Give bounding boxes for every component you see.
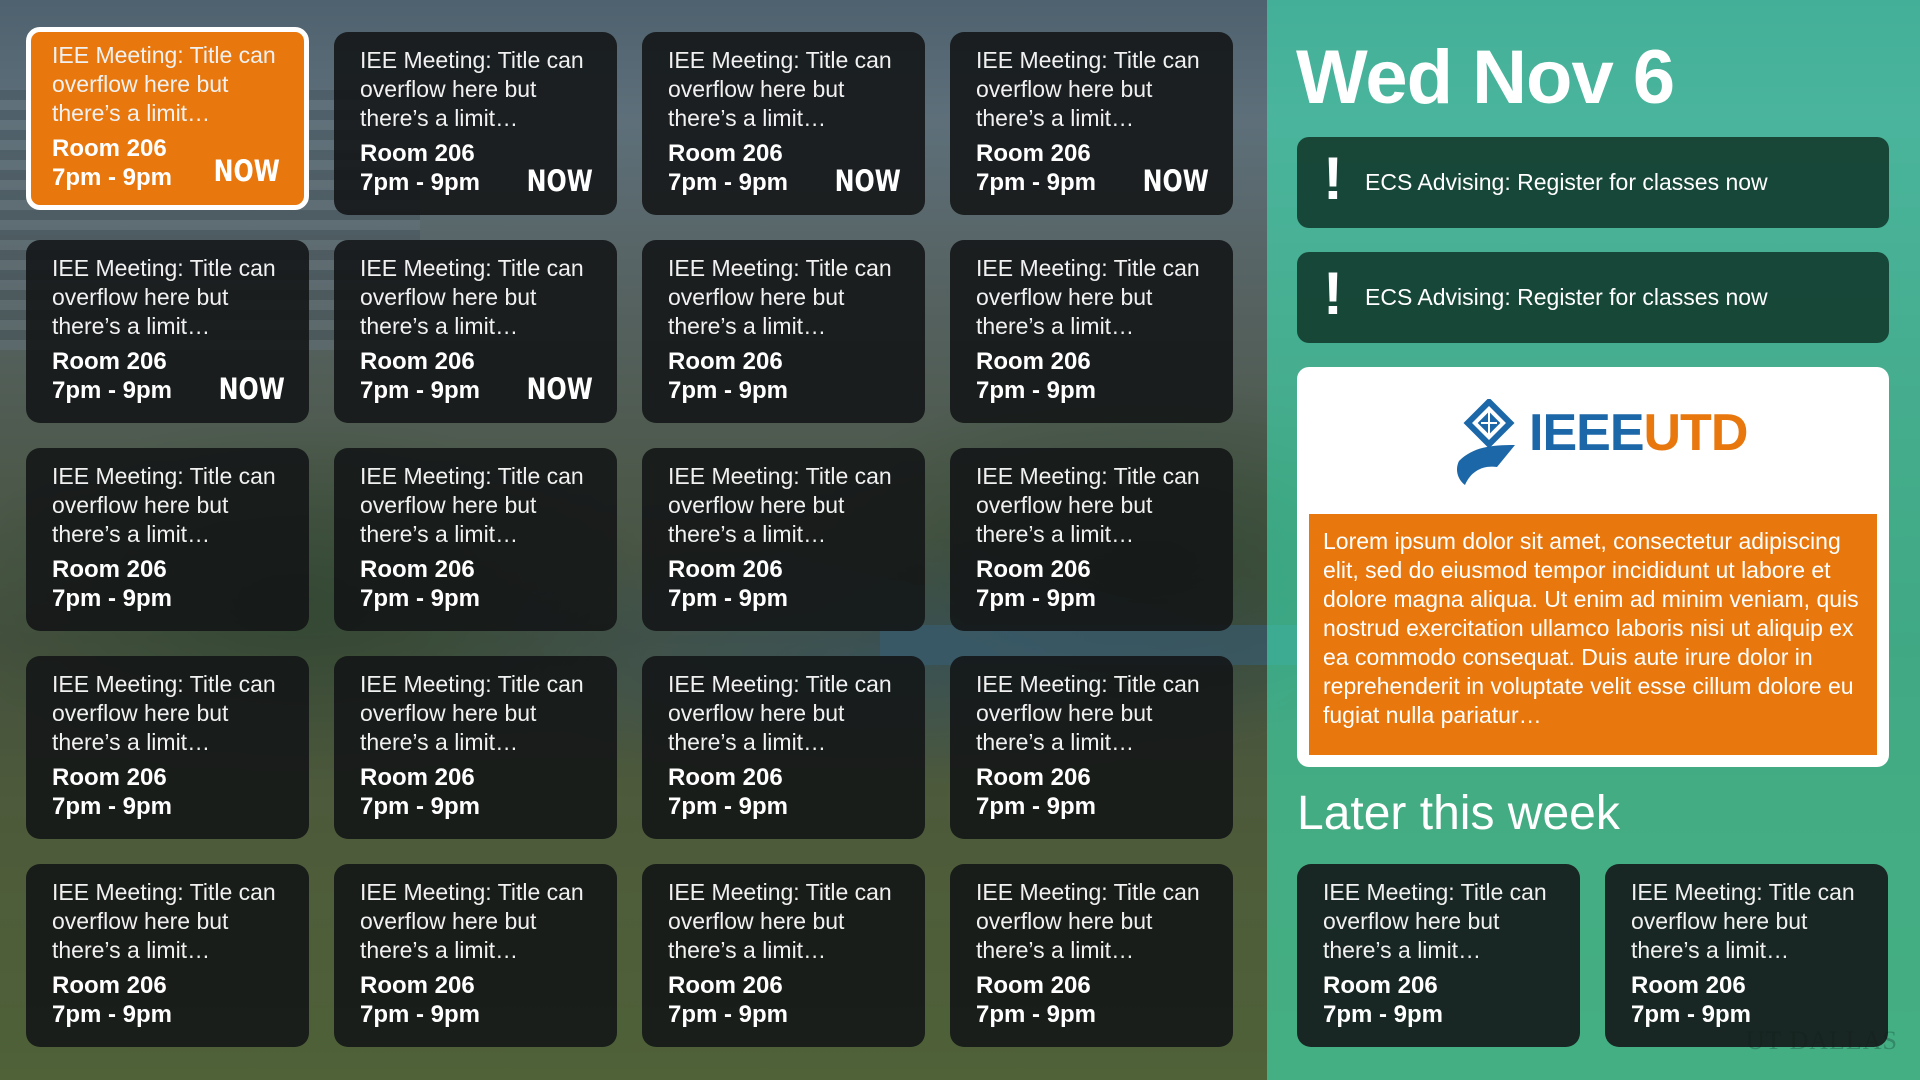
event-room: Room 206 [360,764,475,791]
featured-announcement[interactable]: IEEEUTD Lorem ipsum dolor sit amet, cons… [1297,367,1889,767]
now-badge: NOW [526,164,593,198]
event-card[interactable]: IEE Meeting: Title can overflow here but… [950,448,1233,631]
event-title: IEE Meeting: Title can overflow here but… [52,463,276,547]
event-title: IEE Meeting: Title can overflow here but… [360,671,584,755]
event-card[interactable]: IEE Meeting: Title can overflow here but… [26,27,309,210]
later-event-card[interactable]: IEE Meeting: Title can overflow here but… [1605,864,1888,1047]
alert-banner[interactable]: ! ECS Advising: Register for classes now [1297,252,1889,343]
later-event-card[interactable]: IEE Meeting: Title can overflow here but… [1297,864,1580,1047]
now-badge: NOW [834,164,901,198]
event-card[interactable]: IEE Meeting: Title can overflow here but… [950,656,1233,839]
now-badge: NOW [1142,164,1209,198]
event-room: Room 206 [976,556,1091,583]
event-room: Room 206 [52,764,167,791]
logo-wordmark: IEEEUTD [1529,403,1749,463]
event-title: IEE Meeting: Title can overflow here but… [976,47,1200,131]
event-time: 7pm - 9pm [360,793,481,820]
event-time: 7pm - 9pm [360,585,481,612]
alert-text: ECS Advising: Register for classes now [1365,284,1768,310]
ieee-diamond-icon [1457,399,1515,485]
event-card[interactable]: IEE Meeting: Title can overflow here but… [334,32,617,215]
event-title: IEE Meeting: Title can overflow here but… [1631,879,1855,963]
event-card[interactable]: IEE Meeting: Title can overflow here but… [642,864,925,1047]
event-title: IEE Meeting: Title can overflow here but… [360,463,584,547]
event-room: Room 206 [976,348,1091,375]
event-card[interactable]: IEE Meeting: Title can overflow here but… [642,32,925,215]
event-title: IEE Meeting: Title can overflow here but… [976,255,1200,339]
event-card[interactable]: IEE Meeting: Title can overflow here but… [642,656,925,839]
event-time: 7pm - 9pm [360,1001,481,1028]
event-title: IEE Meeting: Title can overflow here but… [668,879,892,963]
event-title: IEE Meeting: Title can overflow here but… [360,879,584,963]
event-time: 7pm - 9pm [976,1001,1097,1028]
event-time: 7pm - 9pm [52,793,173,820]
now-badge: NOW [213,154,280,188]
event-time: 7pm - 9pm [668,1001,789,1028]
event-time: 7pm - 9pm [976,793,1097,820]
logo-utd-text: UTD [1643,404,1749,462]
exclamation-icon: ! [1323,145,1343,212]
event-title: IEE Meeting: Title can overflow here but… [976,879,1200,963]
event-room: Room 206 [976,764,1091,791]
event-time: 7pm - 9pm [668,585,789,612]
event-title: IEE Meeting: Title can overflow here but… [976,671,1200,755]
event-card[interactable]: IEE Meeting: Title can overflow here but… [950,864,1233,1047]
later-this-week-heading: Later this week [1297,787,1620,840]
event-time: 7pm - 9pm [668,377,789,404]
event-title: IEE Meeting: Title can overflow here but… [668,463,892,547]
event-room: Room 206 [976,972,1091,999]
event-room: Room 206 [1631,972,1746,999]
event-card[interactable]: IEE Meeting: Title can overflow here but… [334,864,617,1047]
alert-text: ECS Advising: Register for classes now [1365,169,1768,195]
event-card[interactable]: IEE Meeting: Title can overflow here but… [334,448,617,631]
event-title: IEE Meeting: Title can overflow here but… [360,47,584,131]
event-title: IEE Meeting: Title can overflow here but… [668,47,892,131]
event-room: Room 206 [52,556,167,583]
event-time: 7pm - 9pm [976,585,1097,612]
featured-description: Lorem ipsum dolor sit amet, consectetur … [1309,514,1877,755]
event-card[interactable]: IEE Meeting: Title can overflow here but… [26,240,309,423]
event-title: IEE Meeting: Title can overflow here but… [52,255,276,339]
event-room: Room 206 [668,972,783,999]
event-card[interactable]: IEE Meeting: Title can overflow here but… [26,448,309,631]
event-room: Room 206 [668,556,783,583]
event-title: IEE Meeting: Title can overflow here but… [360,255,584,339]
event-title: IEE Meeting: Title can overflow here but… [52,671,276,755]
event-title: IEE Meeting: Title can overflow here but… [976,463,1200,547]
event-title: IEE Meeting: Title can overflow here but… [668,255,892,339]
event-card[interactable]: IEE Meeting: Title can overflow here but… [950,32,1233,215]
current-date: Wed Nov 6 [1296,35,1675,120]
event-time: 7pm - 9pm [52,585,173,612]
event-room: Room 206 [668,764,783,791]
event-card[interactable]: IEE Meeting: Title can overflow here but… [26,656,309,839]
event-title: IEE Meeting: Title can overflow here but… [668,671,892,755]
event-card[interactable]: IEE Meeting: Title can overflow here but… [950,240,1233,423]
event-room: Room 206 [52,972,167,999]
event-time: 7pm - 9pm [976,377,1097,404]
event-time: 7pm - 9pm [1323,1001,1444,1028]
event-room: Room 206 [360,556,475,583]
event-card[interactable]: IEE Meeting: Title can overflow here but… [642,240,925,423]
now-badge: NOW [218,372,285,406]
event-title: IEE Meeting: Title can overflow here but… [52,879,276,963]
logo-ieee-text: IEEE [1529,404,1644,462]
event-time: 7pm - 9pm [1631,1001,1752,1028]
now-badge: NOW [526,372,593,406]
event-card[interactable]: IEE Meeting: Title can overflow here but… [334,656,617,839]
event-card[interactable]: IEE Meeting: Title can overflow here but… [26,864,309,1047]
exclamation-icon: ! [1323,260,1343,327]
alert-banner[interactable]: ! ECS Advising: Register for classes now [1297,137,1889,228]
event-room: Room 206 [1323,972,1438,999]
event-title: IEE Meeting: Title can overflow here but… [1323,879,1547,963]
event-time: 7pm - 9pm [52,1001,173,1028]
event-title: IEE Meeting: Title can overflow here but… [52,42,276,126]
event-card[interactable]: IEE Meeting: Title can overflow here but… [642,448,925,631]
ieee-utd-logo: IEEEUTD [1447,399,1757,494]
event-card[interactable]: IEE Meeting: Title can overflow here but… [334,240,617,423]
event-time: 7pm - 9pm [668,793,789,820]
event-room: Room 206 [668,348,783,375]
event-room: Room 206 [360,972,475,999]
